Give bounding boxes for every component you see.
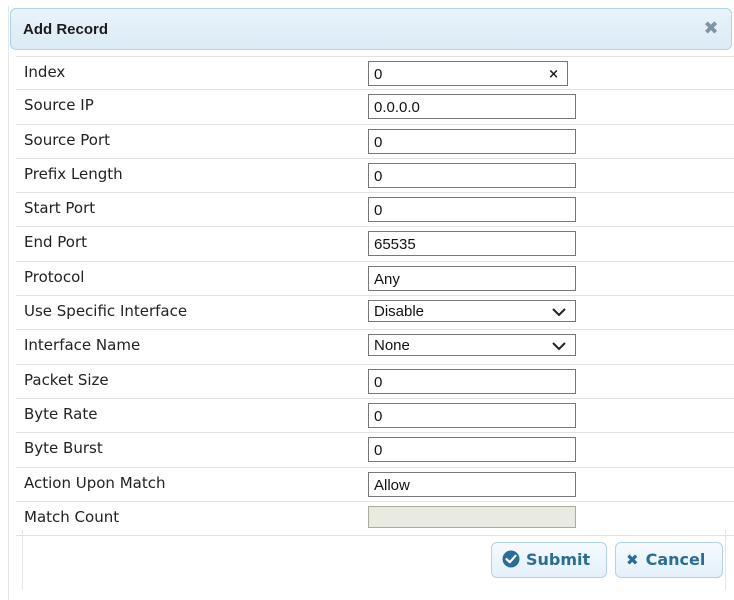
form-row-byte-burst: Byte Burst 0 — [16, 433, 734, 468]
byte-burst-label: Byte Burst — [24, 439, 103, 458]
chevron-down-icon — [552, 308, 566, 317]
end-port-label: End Port — [24, 233, 88, 252]
cancel-label: Cancel — [645, 550, 706, 569]
check-circle-icon — [502, 550, 520, 568]
form-row-action-upon-match: Action Upon Match Allow — [16, 468, 734, 502]
source-ip-field[interactable]: 0.0.0.0 — [368, 94, 576, 120]
form-row-packet-size: Packet Size 0 — [16, 365, 734, 399]
source-port-label: Source Port — [24, 130, 111, 149]
record-form: Index 0 × Source IP 0.0.0.0 Source Port … — [16, 56, 734, 537]
prefix-length-field[interactable]: 0 — [368, 162, 576, 188]
match-count-label: Match Count — [24, 507, 120, 526]
dialog-titlebar: Add Record ✖ — [10, 8, 732, 50]
submit-button[interactable]: Submit — [491, 542, 607, 578]
action-upon-match-label: Action Upon Match — [24, 473, 166, 492]
protocol-label: Protocol — [24, 267, 85, 286]
protocol-field[interactable]: Any — [368, 265, 576, 291]
form-row-source-ip: Source IP 0.0.0.0 — [16, 90, 734, 125]
use-specific-interface-label: Use Specific Interface — [24, 302, 188, 321]
chevron-down-icon — [552, 342, 566, 351]
end-port-field[interactable]: 65535 — [368, 231, 576, 257]
byte-rate-field[interactable]: 0 — [368, 402, 576, 428]
form-row-use-specific-interface: Use Specific Interface Disable — [16, 296, 734, 331]
form-row-source-port: Source Port 0 — [16, 125, 734, 159]
packet-size-field[interactable]: 0 — [368, 368, 576, 394]
cancel-button[interactable]: ✖ Cancel — [615, 542, 723, 578]
packet-size-label: Packet Size — [24, 370, 109, 389]
form-row-start-port: Start Port 0 — [16, 193, 734, 228]
use-specific-interface-value: Disable — [374, 303, 425, 321]
source-ip-label: Source IP — [24, 96, 94, 115]
dialog-title: Add Record — [23, 21, 109, 38]
form-row-byte-rate: Byte Rate 0 — [16, 399, 734, 434]
start-port-label: Start Port — [24, 199, 96, 218]
index-label: Index — [24, 63, 66, 81]
source-port-field[interactable]: 0 — [368, 128, 576, 154]
interface-name-label: Interface Name — [24, 336, 141, 355]
form-row-interface-name: Interface Name None — [16, 330, 734, 365]
byte-rate-label: Byte Rate — [24, 404, 98, 423]
interface-name-value: None — [374, 337, 410, 355]
prefix-length-label: Prefix Length — [24, 164, 123, 183]
close-icon: ✖ — [626, 551, 639, 569]
form-row-prefix-length: Prefix Length 0 — [16, 159, 734, 194]
start-port-field[interactable]: 0 — [368, 197, 576, 223]
byte-burst-field[interactable]: 0 — [368, 437, 576, 463]
form-row-index: Index 0 × — [16, 56, 734, 91]
form-row-protocol: Protocol Any — [16, 262, 734, 297]
clear-icon[interactable]: × — [548, 66, 559, 84]
interface-name-select[interactable]: None — [368, 334, 576, 357]
use-specific-interface-select[interactable]: Disable — [368, 300, 576, 323]
index-value: 0 — [374, 66, 383, 83]
form-row-end-port: End Port 65535 — [16, 227, 734, 262]
action-upon-match-field[interactable]: Allow — [368, 471, 576, 497]
index-field[interactable]: 0 × — [368, 61, 568, 86]
dialog-footer: Submit ✖ Cancel — [22, 530, 726, 590]
close-icon[interactable]: ✖ — [701, 19, 721, 39]
match-count-field — [368, 505, 576, 528]
submit-label: Submit — [526, 550, 591, 569]
